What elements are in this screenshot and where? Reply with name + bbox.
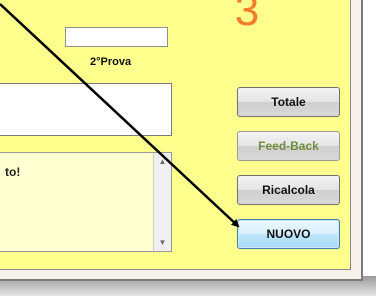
scroll-up-arrow-icon[interactable]: ▲ xyxy=(154,153,171,170)
prova-2-label: 2°Prova xyxy=(90,56,132,68)
prova-2-input[interactable] xyxy=(65,27,168,47)
totale-button[interactable]: Totale xyxy=(237,87,340,117)
main-panel: 3 2°Prova to! ▲ ▼ Totale Feed-Back Rical… xyxy=(0,0,351,270)
scroll-down-arrow-icon[interactable]: ▼ xyxy=(154,234,171,251)
text-field[interactable] xyxy=(0,83,172,136)
nuovo-button[interactable]: NUOVO xyxy=(237,219,340,249)
ricalcola-button[interactable]: Ricalcola xyxy=(237,175,340,205)
app-window: 3 2°Prova to! ▲ ▼ Totale Feed-Back Rical… xyxy=(0,0,363,281)
big-number-display: 3 xyxy=(234,0,260,35)
memo-scrollbar[interactable]: ▲ ▼ xyxy=(153,153,171,251)
feedback-button[interactable]: Feed-Back xyxy=(237,131,340,161)
memo-text: to! xyxy=(5,165,21,179)
feedback-memo[interactable]: to! ▲ ▼ xyxy=(0,152,172,252)
